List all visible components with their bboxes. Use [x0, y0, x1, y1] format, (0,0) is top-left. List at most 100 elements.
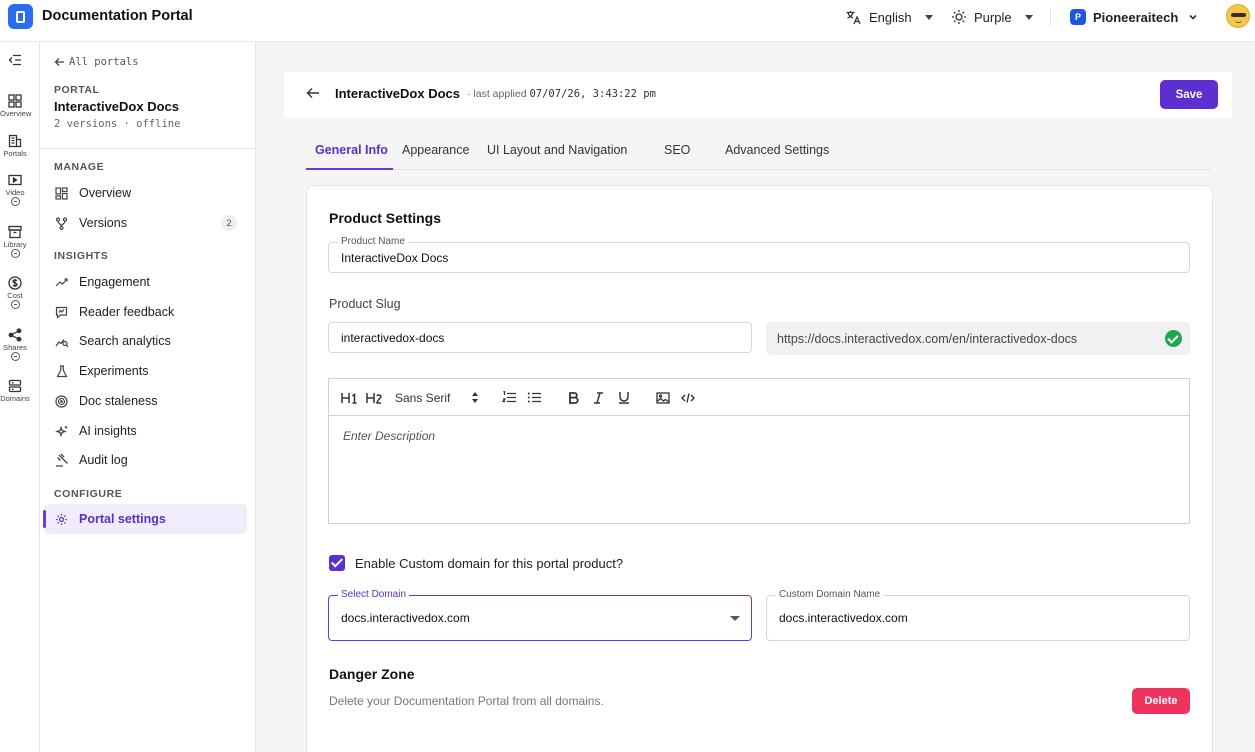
description-placeholder[interactable]: Enter Description [343, 429, 435, 443]
last-applied: · last applied 07/07/26, 3:43:22 pm [467, 88, 656, 100]
underline-button[interactable] [618, 389, 630, 406]
section-title-configure: CONFIGURE [54, 488, 123, 500]
arrow-left-icon[interactable] [306, 87, 320, 99]
theme-selector[interactable]: Purple [951, 7, 1033, 27]
product-slug-field[interactable]: interactivedox-docs [328, 322, 752, 353]
sun-icon [952, 10, 966, 24]
rail-item-shares[interactable]: Shares [0, 328, 30, 361]
sort-arrows-icon [472, 392, 478, 403]
select-domain-dropdown[interactable]: Select Domain docs.interactivedox.com [328, 589, 752, 641]
danger-zone-description: Delete your Documentation Portal from al… [329, 694, 604, 708]
tab-advanced-settings[interactable]: Advanced Settings [725, 143, 829, 157]
code-button[interactable] [681, 389, 695, 406]
italic-icon [594, 391, 603, 404]
building-icon [8, 134, 22, 148]
expand-icon[interactable] [10, 249, 20, 258]
image-icon [656, 391, 670, 404]
tab-seo[interactable]: SEO [664, 143, 690, 157]
nav-item-label: Portal settings [79, 512, 166, 526]
search-analytics-icon [55, 338, 68, 347]
heading2-button[interactable] [366, 389, 383, 406]
sparkle-icon [54, 425, 67, 437]
icon-rail: Overview Portals Video Library Cost Shar… [0, 42, 40, 752]
active-tab-indicator [306, 168, 393, 170]
chevron-down-icon [924, 14, 933, 20]
editor-toolbar: Sans Serif [329, 379, 1189, 416]
avatar[interactable] [1226, 4, 1250, 28]
select-domain-value: docs.interactivedox.com [341, 611, 470, 625]
heading1-button[interactable] [341, 389, 358, 406]
tab-ui-layout-and-navigation[interactable]: UI Layout and Navigation [487, 143, 627, 157]
portal-sidebar: All portals PORTAL InteractiveDox Docs 2… [40, 42, 256, 752]
bullet-list-button[interactable] [527, 389, 542, 406]
org-selector[interactable]: P Pioneeraitech [1070, 7, 1198, 27]
share-icon [8, 328, 22, 342]
bold-icon [569, 391, 579, 404]
app-title: Documentation Portal [42, 8, 193, 24]
nav-item-experiments[interactable]: Experiments [44, 356, 247, 386]
nav-item-doc-staleness[interactable]: Doc staleness [44, 386, 247, 416]
code-icon [681, 392, 695, 403]
back-to-portals-link[interactable]: All portals [54, 56, 139, 68]
custom-domain-checkbox[interactable] [329, 555, 345, 571]
ordered-list-button[interactable] [502, 389, 517, 406]
rail-item-label: Overview [0, 109, 32, 118]
bold-button[interactable] [568, 389, 579, 406]
nav-item-overview[interactable]: Overview [44, 178, 247, 208]
nav-item-ai-insights[interactable]: AI insights [44, 416, 247, 446]
nav-item-portal-settings[interactable]: Portal settings [43, 504, 247, 534]
select-domain-label: Select Domain [338, 589, 410, 601]
org-name: Pioneeraitech [1093, 9, 1179, 25]
custom-domain-name-value: docs.interactivedox.com [779, 611, 908, 625]
archive-icon [8, 225, 22, 239]
save-button[interactable]: Save [1160, 80, 1218, 109]
flask-icon [56, 364, 67, 377]
nav-item-label: Engagement [79, 275, 150, 289]
app-logo-icon[interactable] [8, 4, 33, 29]
section-title-manage: MANAGE [54, 161, 105, 173]
product-name-field[interactable]: Product Name InteractiveDox Docs [328, 236, 1190, 273]
insert-image-button[interactable] [656, 389, 670, 406]
rail-item-portals[interactable]: Portals [0, 134, 30, 158]
rail-item-domains[interactable]: Domains [0, 379, 30, 403]
rail-item-overview[interactable]: Overview [0, 94, 32, 118]
rail-item-library[interactable]: Library [0, 225, 30, 258]
branch-icon [55, 216, 68, 230]
expand-icon[interactable] [10, 300, 20, 309]
divider [40, 148, 255, 149]
language-selector[interactable]: English [845, 7, 933, 27]
page-title: InteractiveDox Docs [335, 86, 460, 101]
rail-item-label: Cost [7, 291, 23, 300]
slug-url-text: https://docs.interactivedox.com/en/inter… [777, 331, 1078, 346]
font-family-select[interactable]: Sans Serif [395, 389, 485, 406]
nav-item-versions[interactable]: Versions 2 [44, 208, 247, 238]
collapse-menu-icon[interactable] [8, 54, 22, 66]
expand-icon[interactable] [10, 352, 20, 361]
portal-label: PORTAL [54, 84, 100, 96]
tab-general-info[interactable]: General Info [315, 143, 388, 157]
rail-item-video[interactable]: Video [0, 174, 30, 206]
nav-item-label: Experiments [79, 364, 149, 378]
grid-icon [8, 94, 22, 108]
dollar-icon [8, 276, 22, 290]
last-applied-timestamp: 07/07/26, 3:43:22 pm [529, 88, 656, 100]
rail-item-label: Shares [3, 343, 27, 352]
italic-button[interactable] [593, 389, 604, 406]
expand-icon[interactable] [10, 197, 20, 206]
nav-item-audit-log[interactable]: Audit log [44, 445, 247, 475]
rail-item-label: Domains [0, 394, 30, 403]
nav-item-label: AI insights [79, 424, 137, 438]
nav-item-search-analytics[interactable]: Search analytics [44, 326, 247, 356]
slug-url-preview: https://docs.interactivedox.com/en/inter… [766, 322, 1190, 355]
tab-appearance[interactable]: Appearance [402, 143, 469, 157]
nav-item-engagement[interactable]: Engagement [44, 267, 247, 297]
custom-domain-name-field[interactable]: Custom Domain Name docs.interactivedox.c… [766, 589, 1190, 641]
rail-item-label: Library [3, 240, 27, 249]
nav-item-reader-feedback[interactable]: Reader feedback [44, 297, 247, 327]
delete-button[interactable]: Delete [1132, 688, 1190, 714]
last-applied-label: · last applied [467, 88, 527, 100]
rail-item-cost[interactable]: Cost [0, 276, 30, 309]
top-bar: Documentation Portal English Purple P Pi… [0, 0, 1255, 42]
radar-icon [55, 394, 68, 408]
theme-label: Purple [974, 9, 1012, 25]
